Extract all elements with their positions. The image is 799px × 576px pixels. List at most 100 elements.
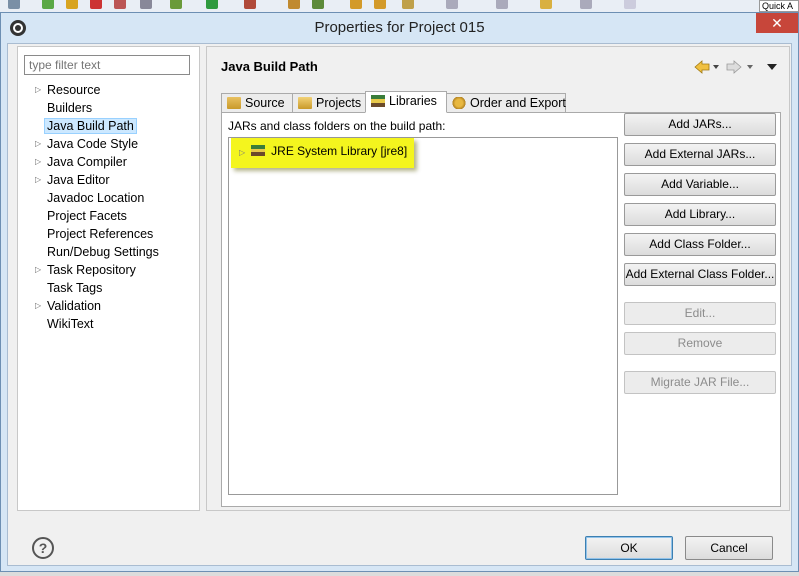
cancel-button[interactable]: Cancel xyxy=(685,536,773,560)
preference-nav-panel: ▷ResourceBuildersJava Build Path▷Java Co… xyxy=(17,46,200,511)
tab-order-and-export[interactable]: Order and Export xyxy=(446,93,566,113)
filter-input[interactable] xyxy=(24,55,190,75)
expand-arrow-icon[interactable]: ▷ xyxy=(239,148,245,157)
build-path-tabs: Source Projects Libraries Order and Expo… xyxy=(221,91,781,113)
add-class-folder-button[interactable]: Add Class Folder... xyxy=(624,233,776,256)
toolbar-external-tools-icon[interactable] xyxy=(244,0,256,9)
taskbar-strip xyxy=(0,572,799,576)
library-label: JRE System Library [jre8] xyxy=(271,144,408,158)
forward-dropdown-icon[interactable] xyxy=(747,65,753,69)
libraries-list[interactable]: ▷ JRE System Library [jre8] xyxy=(228,137,618,495)
forward-arrow-icon[interactable] xyxy=(726,60,742,74)
remove-button[interactable]: Remove xyxy=(624,332,776,355)
tree-item-project-references[interactable]: Project References xyxy=(26,225,196,243)
dialog-title-bar[interactable]: Properties for Project 015 ✕ xyxy=(1,13,798,43)
tree-item-label: Resource xyxy=(47,83,101,97)
toolbar-run-as-icon[interactable] xyxy=(206,0,218,9)
tree-item-run-debug-settings[interactable]: Run/Debug Settings xyxy=(26,243,196,261)
page-title: Java Build Path xyxy=(221,59,318,74)
tab-libraries[interactable]: Libraries xyxy=(365,91,447,113)
tree-item-label: Project References xyxy=(47,227,154,241)
libraries-tab-content: JARs and class folders on the build path… xyxy=(221,112,781,507)
tree-item-project-facets[interactable]: Project Facets xyxy=(26,207,196,225)
preference-tree: ▷ Resource Builders Java Build Path ▷ Java Co… xyxy=(26,81,196,333)
eclipse-toolbar xyxy=(0,0,799,12)
property-page: Java Build Path Source Projects Librarie… xyxy=(206,46,790,511)
library-icon xyxy=(371,95,385,107)
close-button[interactable]: ✕ xyxy=(756,13,798,33)
expand-arrow-icon[interactable]: ▷ xyxy=(35,81,41,99)
tree-item-label: Javadoc Location xyxy=(47,191,145,205)
tree-item-task-repository[interactable]: ▷ Task Repository xyxy=(26,261,196,279)
toolbar-search-icon[interactable] xyxy=(402,0,414,9)
tree-item-label: Task Repository xyxy=(47,263,136,277)
edit-button[interactable]: Edit... xyxy=(624,302,776,325)
toolbar-open-task-icon[interactable] xyxy=(374,0,386,9)
tree-item-label: Java Build Path xyxy=(44,118,137,134)
expand-arrow-icon[interactable]: ▷ xyxy=(35,135,41,153)
toolbar-debug-icon[interactable] xyxy=(170,0,182,9)
expand-arrow-icon[interactable]: ▷ xyxy=(35,261,41,279)
tab-source[interactable]: Source xyxy=(221,93,293,113)
expand-arrow-icon[interactable]: ▷ xyxy=(35,153,41,171)
toolbar-pause-icon[interactable] xyxy=(66,0,78,9)
library-icon xyxy=(251,145,266,156)
tree-item-label: Java Compiler xyxy=(47,155,127,169)
tree-item-resource[interactable]: ▷ Resource xyxy=(26,81,196,99)
tree-item-builders[interactable]: Builders xyxy=(26,99,196,117)
expand-arrow-icon[interactable]: ▷ xyxy=(35,171,41,189)
toolbar-forward-icon[interactable] xyxy=(580,0,592,9)
tree-item-java-compiler[interactable]: ▷ Java Compiler xyxy=(26,153,196,171)
tree-item-label: Builders xyxy=(47,101,93,115)
toolbar-stop-icon[interactable] xyxy=(90,0,102,9)
tree-item-label: Task Tags xyxy=(47,281,103,295)
toolbar-open-type-icon[interactable] xyxy=(350,0,362,9)
add-external-class-folder-button[interactable]: Add External Class Folder... xyxy=(624,263,776,286)
toolbar-back-icon[interactable] xyxy=(540,0,552,9)
view-menu-icon[interactable] xyxy=(767,64,777,70)
tab-projects[interactable]: Projects xyxy=(292,93,366,113)
dialog-title: Properties for Project 015 xyxy=(314,19,485,36)
ok-button[interactable]: OK xyxy=(585,536,673,560)
tree-item-task-tags[interactable]: Task Tags xyxy=(26,279,196,297)
tree-item-wikitext[interactable]: WikiText xyxy=(26,315,196,333)
source-folder-icon xyxy=(227,97,241,109)
toolbar-new-class-icon[interactable] xyxy=(312,0,324,9)
tree-item-label: Java Editor xyxy=(47,173,110,187)
toolbar-step-icon[interactable] xyxy=(140,0,152,9)
projects-folder-icon xyxy=(298,97,312,109)
toolbar-tool-icon[interactable] xyxy=(8,0,20,9)
toolbar-run-icon[interactable] xyxy=(42,0,54,9)
back-dropdown-icon[interactable] xyxy=(713,65,719,69)
tree-item-label: WikiText xyxy=(47,317,94,331)
tree-item-label: Validation xyxy=(47,299,101,313)
tree-item-java-build-path[interactable]: Java Build Path xyxy=(26,117,196,135)
help-icon[interactable]: ? xyxy=(32,537,54,559)
tree-item-java-code-style[interactable]: ▷ Java Code Style xyxy=(26,135,196,153)
tree-item-validation[interactable]: ▷ Validation xyxy=(26,297,196,315)
tab-source-label: Source xyxy=(245,96,285,110)
tab-order-and-export-label: Order and Export xyxy=(470,96,566,110)
list-item[interactable]: ▷ JRE System Library [jre8] xyxy=(239,144,407,158)
tree-item-javadoc-location[interactable]: Javadoc Location xyxy=(26,189,196,207)
tree-item-label: Run/Debug Settings xyxy=(47,245,159,259)
back-arrow-icon[interactable] xyxy=(694,60,710,74)
page-navigation xyxy=(694,60,777,74)
toolbar-new-package-icon[interactable] xyxy=(288,0,300,9)
expand-arrow-icon[interactable]: ▷ xyxy=(35,297,41,315)
toolbar-disconnect-icon[interactable] xyxy=(114,0,126,9)
quick-access-input[interactable]: Quick A xyxy=(759,0,799,12)
tree-item-label: Java Code Style xyxy=(47,137,139,151)
toolbar-next-edit-icon[interactable] xyxy=(496,0,508,9)
toolbar-annotation-icon[interactable] xyxy=(446,0,458,9)
add-external-jars-button[interactable]: Add External JARs... xyxy=(624,143,776,166)
tab-libraries-label: Libraries xyxy=(389,94,437,108)
add-jars-button[interactable]: Add JARs... xyxy=(624,113,776,136)
toolbar-pin-icon[interactable] xyxy=(624,0,636,9)
libraries-caption: JARs and class folders on the build path… xyxy=(228,119,446,133)
migrate-jar-button[interactable]: Migrate JAR File... xyxy=(624,371,776,394)
dialog-client-area: ▷ResourceBuildersJava Build Path▷Java Co… xyxy=(7,43,792,566)
add-variable-button[interactable]: Add Variable... xyxy=(624,173,776,196)
tree-item-java-editor[interactable]: ▷ Java Editor xyxy=(26,171,196,189)
add-library-button[interactable]: Add Library... xyxy=(624,203,776,226)
